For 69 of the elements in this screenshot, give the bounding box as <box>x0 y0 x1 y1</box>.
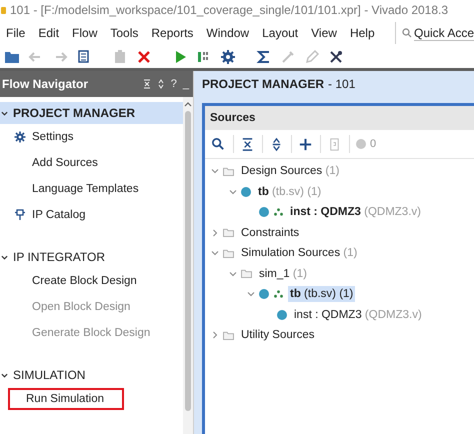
scrollbar[interactable] <box>183 97 193 434</box>
app-icon <box>1 6 6 14</box>
chevron-right-icon[interactable] <box>211 228 219 237</box>
tree-item[interactable]: Utility Sources <box>239 327 316 344</box>
chevron-down-icon[interactable] <box>1 110 8 116</box>
menu-item[interactable]: Help <box>344 26 380 40</box>
folder-icon <box>223 248 234 258</box>
nav-section[interactable]: SIMULATION <box>0 364 183 386</box>
menu-item[interactable]: Reports <box>146 26 198 40</box>
chevron-down-icon[interactable] <box>1 254 8 260</box>
module-dot-icon <box>259 207 269 218</box>
collapse-all-icon[interactable] <box>142 79 151 89</box>
nav-section[interactable]: PROJECT MANAGER <box>0 102 183 124</box>
expand-all-icon[interactable] <box>156 79 165 89</box>
collapse-all-icon[interactable] <box>240 136 255 152</box>
nav-item[interactable]: Create Block Design <box>30 272 139 290</box>
menu-item[interactable]: Layout <box>257 26 304 40</box>
tree-item[interactable]: Design Sources (1) <box>239 163 342 180</box>
tree-item[interactable]: tb (tb.sv) (1) <box>288 286 356 302</box>
panel-title: Flow Navigator <box>2 77 88 91</box>
module-dot-icon <box>241 186 251 197</box>
menu-item[interactable]: Flow <box>67 26 102 40</box>
menu-item[interactable]: Edit <box>33 26 64 40</box>
nav-item[interactable]: Add Sources <box>30 154 100 172</box>
folder-icon <box>223 166 234 176</box>
menu-item[interactable]: View <box>306 26 342 40</box>
search-icon <box>402 28 412 38</box>
hierarchy-icon <box>274 290 283 298</box>
settings-icon[interactable] <box>220 49 236 65</box>
tree-item[interactable]: tb (tb.sv) (1) <box>256 184 324 200</box>
menu-item[interactable]: Tools <box>105 26 144 40</box>
panel-title: PROJECT MANAGER <box>202 77 324 91</box>
menu-item[interactable]: File <box>1 26 30 40</box>
tools-icon[interactable] <box>328 49 344 65</box>
gear-icon <box>14 131 26 143</box>
header-button[interactable]: _ <box>182 78 189 90</box>
message-count: 0 <box>370 138 376 150</box>
folder-icon <box>223 228 234 238</box>
tree-item[interactable]: Constraints <box>239 224 302 241</box>
nav-item[interactable]: Language Templates <box>30 180 141 198</box>
tree-item[interactable]: Simulation Sources (1) <box>239 245 360 262</box>
scroll-up-icon[interactable] <box>184 102 192 107</box>
header-button[interactable]: ? <box>170 78 177 90</box>
tree-item[interactable]: inst : QDMZ3 (QDMZ3.v) <box>292 306 424 323</box>
chevron-down-icon[interactable] <box>1 372 8 378</box>
nav-item[interactable]: Run Simulation <box>8 388 124 410</box>
nav-item[interactable]: IP Catalog <box>30 206 88 224</box>
nav-section[interactable]: IP INTEGRATOR <box>0 246 183 268</box>
panel-title: Sources <box>210 112 256 124</box>
status-dot-icon[interactable] <box>356 139 366 149</box>
menu-item[interactable]: Window <box>201 26 254 40</box>
nav-item[interactable]: Settings <box>30 128 76 146</box>
hierarchy-icon <box>274 208 283 216</box>
tree-item[interactable]: inst : QDMZ3 (QDMZ3.v) <box>288 204 423 220</box>
project-name: - 101 <box>328 77 356 91</box>
folder-icon <box>241 269 252 278</box>
plug-icon <box>14 209 26 221</box>
sigma-icon[interactable] <box>256 49 272 65</box>
module-dot-icon <box>277 310 287 320</box>
search-icon[interactable] <box>211 136 226 152</box>
module-dot-icon <box>259 289 269 300</box>
add-icon[interactable] <box>298 136 313 152</box>
copy-icon[interactable] <box>76 49 92 65</box>
tree-item[interactable]: sim_1 (1) <box>257 266 309 282</box>
chevron-right-icon[interactable] <box>211 331 219 340</box>
quick-access-field[interactable]: Quick Acce <box>414 26 474 40</box>
window-title: 101 - [F:/modelsim_workspace/101_coverage_single/101/101.xpr] - Vivado 2018.3 <box>10 3 448 17</box>
folder-icon <box>223 330 234 340</box>
delete-icon[interactable] <box>136 49 152 65</box>
